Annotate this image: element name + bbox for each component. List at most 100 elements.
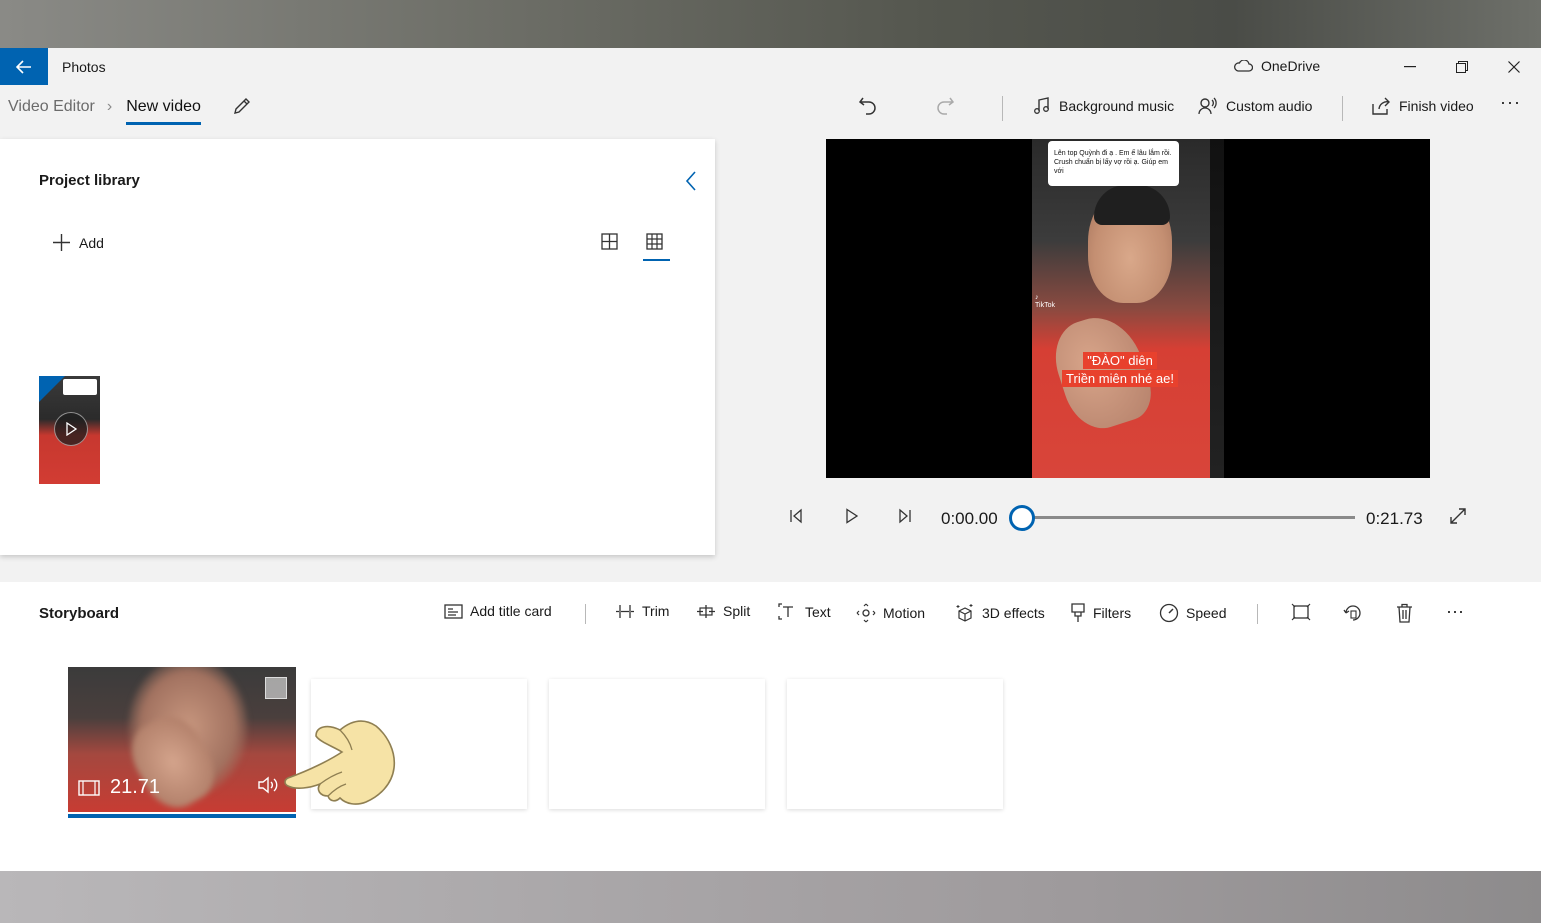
background-door — [1210, 139, 1224, 478]
caption-line-2: Triền miên nhé ae! — [1062, 370, 1178, 387]
caption-line-1: "ĐÀO" diên — [1083, 352, 1157, 369]
music-note-icon — [1034, 97, 1049, 114]
added-to-project-badge — [39, 376, 65, 402]
grid-small-icon — [646, 233, 663, 250]
tiktok-watermark-label: TikTok — [1035, 302, 1055, 309]
clip-duration-value: 21.71 — [110, 776, 161, 798]
project-library-panel: Project library Add — [0, 139, 715, 555]
breadcrumb-chevron-icon: › — [106, 98, 113, 115]
rename-project-button[interactable] — [232, 96, 254, 118]
restore-icon — [1456, 60, 1468, 73]
filters-label: Filters — [1093, 605, 1132, 621]
volume-icon — [258, 776, 278, 794]
film-icon — [78, 779, 100, 796]
share-icon — [1372, 97, 1390, 115]
storyboard-divider — [1257, 604, 1258, 624]
desktop-background — [0, 871, 1541, 923]
add-media-button[interactable]: Add — [52, 233, 104, 252]
current-time: 0:00.00 — [941, 509, 998, 528]
custom-audio-label: Custom audio — [1226, 98, 1313, 114]
finish-video-button[interactable]: Finish video — [1372, 97, 1474, 115]
comment-bubble: Lên top Quỳnh đi ạ . Em ế lâu lắm rồi. C… — [1048, 141, 1179, 186]
breadcrumb-video-editor[interactable]: Video Editor — [8, 98, 95, 116]
seek-bar[interactable] — [1021, 516, 1355, 519]
storyboard-clip[interactable]: 21.71 — [68, 667, 296, 812]
clip-select-checkbox[interactable] — [265, 677, 287, 699]
selected-clip-indicator — [68, 814, 296, 818]
clip-volume-button[interactable] — [257, 775, 281, 800]
total-duration: 0:21.73 — [1366, 509, 1423, 528]
redo-icon — [937, 97, 955, 115]
custom-audio-button[interactable]: Custom audio — [1198, 97, 1312, 115]
motion-button[interactable]: Motion — [856, 603, 925, 623]
back-arrow-icon — [16, 59, 31, 74]
thumbnail-play-button[interactable] — [54, 412, 88, 446]
close-button[interactable] — [1491, 48, 1537, 85]
empty-storyboard-slot — [787, 679, 1003, 809]
previous-frame-button[interactable] — [789, 508, 803, 529]
undo-button[interactable] — [857, 94, 879, 121]
next-frame-button[interactable] — [898, 508, 912, 529]
pencil-icon — [234, 98, 250, 114]
3d-effects-label: 3D effects — [982, 605, 1045, 621]
storyboard-title: Storyboard — [39, 605, 120, 622]
plus-icon — [53, 234, 70, 251]
remove-black-bars-button[interactable] — [1291, 603, 1311, 626]
pointing-hand-icon — [280, 712, 400, 813]
text-button[interactable]: Text — [778, 603, 831, 620]
previous-frame-icon — [790, 508, 802, 524]
play-icon — [66, 422, 77, 436]
rotate-button[interactable] — [1343, 603, 1363, 628]
close-icon — [1508, 60, 1520, 73]
breadcrumb: Video Editor › New video — [8, 98, 201, 125]
grid-large-icon — [601, 233, 618, 250]
onedrive-label: OneDrive — [1261, 58, 1321, 74]
delete-button[interactable] — [1396, 603, 1413, 628]
restore-button[interactable] — [1439, 48, 1485, 85]
collapse-library-button[interactable] — [684, 170, 698, 197]
photos-app-window: Photos OneDrive Video Editor › New video… — [0, 48, 1541, 871]
expand-preview-button[interactable] — [1449, 507, 1467, 530]
add-title-card-button[interactable]: Add title card — [444, 603, 552, 619]
thumbnail-comment-bubble — [63, 379, 97, 395]
video-frame: Lên top Quỳnh đi ạ . Em ế lâu lắm rồi. C… — [1032, 139, 1224, 478]
small-thumbnails-view-button[interactable] — [646, 233, 663, 255]
video-preview[interactable]: Lên top Quỳnh đi ạ . Em ế lâu lắm rồi. C… — [826, 139, 1430, 478]
storyboard-panel: Storyboard Add title card Trim Split Tex… — [0, 582, 1541, 871]
toolbar-divider — [1002, 96, 1003, 121]
delete-icon — [1397, 603, 1412, 623]
background-music-button[interactable]: Background music — [1033, 97, 1174, 115]
background-music-label: Background music — [1059, 98, 1175, 114]
onedrive-button[interactable]: OneDrive — [1233, 58, 1320, 74]
filters-icon — [1071, 603, 1085, 622]
play-button[interactable] — [845, 508, 859, 529]
text-icon — [778, 603, 793, 620]
seek-thumb[interactable] — [1009, 505, 1035, 531]
speed-icon — [1159, 603, 1179, 623]
empty-storyboard-slot — [549, 679, 765, 809]
title-card-icon — [444, 603, 463, 619]
large-thumbnails-view-button[interactable] — [601, 233, 618, 255]
3d-effects-button[interactable]: 3D effects — [955, 603, 1045, 623]
toolbar-divider — [1342, 96, 1343, 121]
speed-button[interactable]: Speed — [1159, 603, 1226, 623]
trim-button[interactable]: Trim — [615, 603, 669, 619]
filters-button[interactable]: Filters — [1070, 603, 1131, 623]
split-icon — [697, 604, 715, 618]
app-title: Photos — [62, 59, 106, 75]
redo-button[interactable] — [934, 94, 956, 121]
person-hair — [1094, 185, 1170, 225]
onedrive-cloud-icon — [1234, 60, 1253, 72]
library-video-thumbnail[interactable] — [39, 376, 100, 484]
more-options-button[interactable]: ··· — [1500, 92, 1521, 113]
play-icon — [846, 508, 859, 524]
motion-icon — [856, 603, 876, 623]
split-button[interactable]: Split — [696, 603, 750, 619]
minimize-icon — [1404, 65, 1416, 67]
breadcrumb-current-project: New video — [126, 98, 201, 125]
minimize-button[interactable] — [1387, 48, 1433, 85]
split-label: Split — [723, 603, 751, 619]
storyboard-more-button[interactable]: ··· — [1446, 601, 1464, 622]
back-button[interactable] — [0, 48, 48, 85]
project-library-title: Project library — [39, 172, 140, 189]
